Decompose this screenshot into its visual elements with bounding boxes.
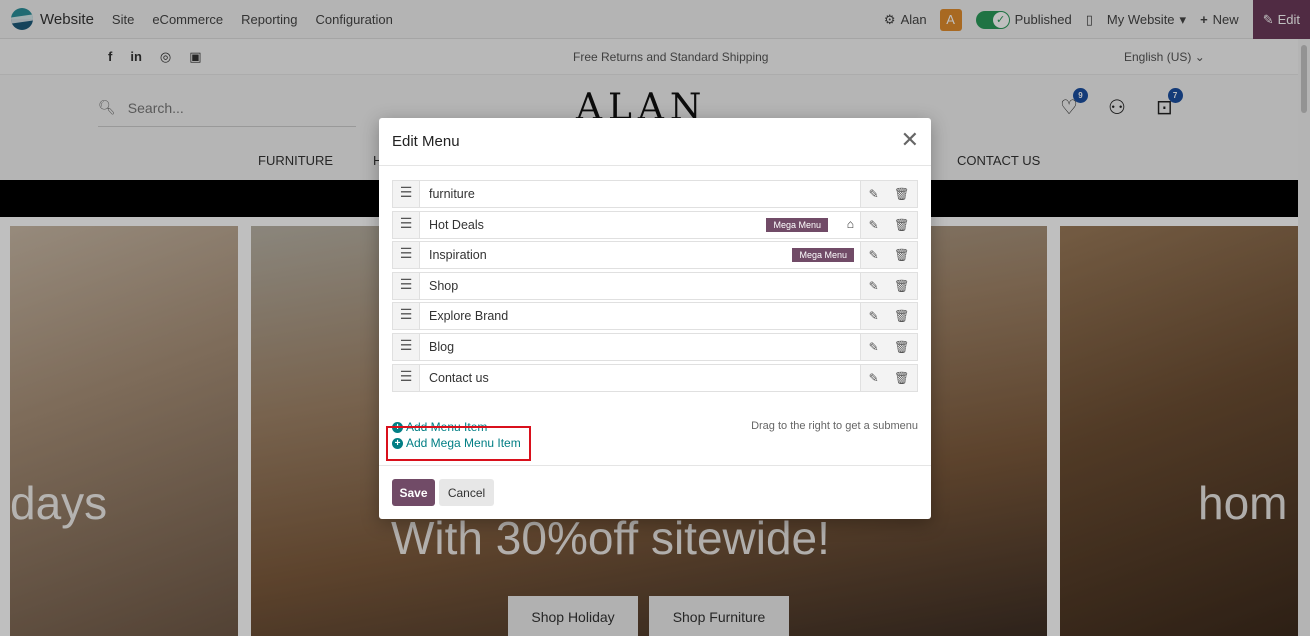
- trash-icon[interactable]: 🗑︎: [894, 279, 909, 293]
- edit-menu-dialog: Edit Menu ✕ ☰ furniture ✎ 🗑︎ ☰ Hot Deals …: [379, 118, 931, 519]
- menu-item-label-wrap: Inspiration Mega Menu: [420, 242, 860, 268]
- menu-item-row[interactable]: ☰ Inspiration Mega Menu ✎ 🗑︎: [392, 241, 918, 270]
- menu-item-label-wrap: Blog: [420, 334, 860, 360]
- drag-handle-icon[interactable]: ☰: [393, 181, 420, 207]
- highlight-box: [386, 426, 531, 461]
- edit-icon[interactable]: ✎: [869, 248, 879, 262]
- edit-icon[interactable]: ✎: [869, 279, 879, 293]
- row-actions: ✎ 🗑︎: [860, 211, 917, 238]
- row-actions: ✎ 🗑︎: [860, 242, 917, 269]
- menu-item-label-wrap: Explore Brand: [420, 303, 860, 329]
- trash-icon[interactable]: 🗑︎: [894, 248, 909, 262]
- drag-handle-icon[interactable]: ☰: [393, 303, 420, 330]
- row-actions: ✎ 🗑︎: [860, 364, 917, 391]
- drag-handle-icon[interactable]: ☰: [393, 242, 420, 269]
- menu-item-label: Shop: [429, 278, 459, 293]
- trash-icon[interactable]: 🗑︎: [894, 371, 909, 385]
- drag-handle-icon[interactable]: ☰: [393, 211, 420, 238]
- row-actions: ✎ 🗑︎: [860, 303, 917, 330]
- dialog-footer: Save Cancel: [379, 465, 931, 519]
- menu-item-label: Blog: [429, 339, 455, 354]
- mega-menu-badge: Mega Menu: [792, 248, 854, 263]
- edit-icon[interactable]: ✎: [869, 340, 879, 354]
- menu-item-row[interactable]: ☰ Contact us ✎ 🗑︎: [392, 363, 918, 392]
- menu-item-label: Contact us: [429, 370, 489, 385]
- drag-handle-icon[interactable]: ☰: [393, 272, 420, 299]
- row-actions: ✎ 🗑︎: [860, 272, 917, 299]
- trash-icon[interactable]: 🗑︎: [894, 309, 909, 323]
- trash-icon[interactable]: 🗑︎: [894, 218, 909, 232]
- home-icon: ⌂: [846, 216, 854, 231]
- edit-icon[interactable]: ✎: [869, 218, 879, 232]
- menu-item-label-wrap: furniture: [420, 181, 860, 207]
- save-button[interactable]: Save: [392, 479, 435, 506]
- menu-item-label-wrap: Shop: [420, 273, 860, 299]
- menu-item-label-wrap: Hot Deals Mega Menu ⌂: [420, 212, 860, 238]
- edit-icon[interactable]: ✎: [869, 187, 879, 201]
- cancel-button[interactable]: Cancel: [439, 479, 494, 506]
- dialog-title: Edit Menu: [392, 133, 460, 150]
- drag-handle-icon[interactable]: ☰: [393, 364, 420, 391]
- menu-item-row[interactable]: ☰ Hot Deals Mega Menu ⌂ ✎ 🗑︎: [392, 210, 918, 239]
- trash-icon[interactable]: 🗑︎: [894, 340, 909, 354]
- edit-icon[interactable]: ✎: [869, 371, 879, 385]
- mega-menu-badge: Mega Menu: [766, 217, 828, 232]
- drag-handle-icon[interactable]: ☰: [393, 333, 420, 360]
- close-icon[interactable]: ✕: [901, 129, 919, 151]
- submenu-hint: Drag to the right to get a submenu: [751, 420, 918, 432]
- row-actions: ✎ 🗑︎: [860, 181, 917, 207]
- dialog-header: Edit Menu ✕: [379, 118, 931, 166]
- menu-item-row[interactable]: ☰ Blog ✎ 🗑︎: [392, 332, 918, 361]
- menu-item-label: Explore Brand: [429, 309, 509, 324]
- menu-item-label-wrap: Contact us: [420, 365, 860, 391]
- menu-item-label: Hot Deals: [429, 217, 484, 232]
- menu-item-label: furniture: [429, 187, 475, 201]
- menu-item-label: Inspiration: [429, 248, 487, 263]
- trash-icon[interactable]: 🗑︎: [894, 187, 909, 201]
- menu-item-row[interactable]: ☰ furniture ✎ 🗑︎: [392, 180, 918, 208]
- menu-item-row[interactable]: ☰ Explore Brand ✎ 🗑︎: [392, 302, 918, 331]
- menu-items-list: ☰ furniture ✎ 🗑︎ ☰ Hot Deals Mega Menu ⌂ …: [392, 180, 918, 394]
- menu-item-row[interactable]: ☰ Shop ✎ 🗑︎: [392, 271, 918, 300]
- edit-icon[interactable]: ✎: [869, 309, 879, 323]
- row-actions: ✎ 🗑︎: [860, 333, 917, 360]
